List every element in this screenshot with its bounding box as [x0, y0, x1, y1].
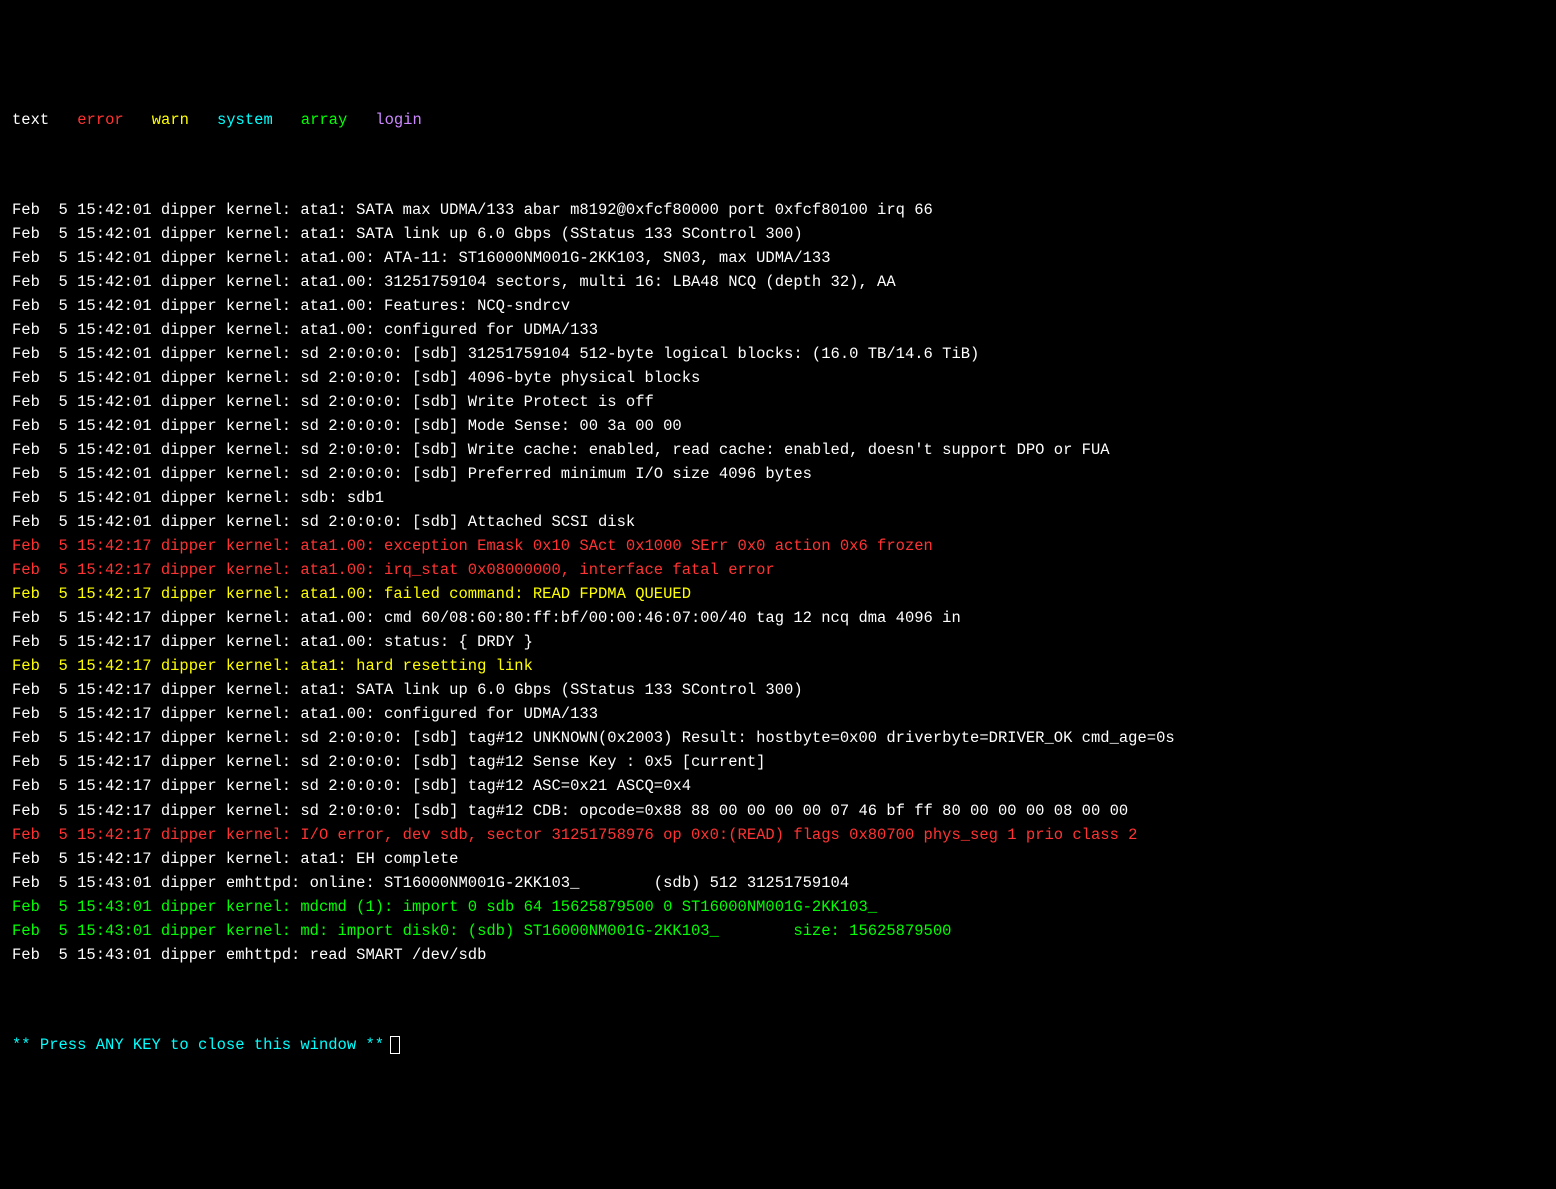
legend-system: system	[217, 111, 273, 129]
log-line: Feb 5 15:42:17 dipper kernel: sd 2:0:0:0…	[12, 774, 1544, 798]
legend-error: error	[77, 111, 124, 129]
log-line: Feb 5 15:43:01 dipper emhttpd: online: S…	[12, 871, 1544, 895]
log-line: Feb 5 15:42:01 dipper kernel: sd 2:0:0:0…	[12, 366, 1544, 390]
log-line: Feb 5 15:42:17 dipper kernel: ata1.00: f…	[12, 582, 1544, 606]
cursor-icon	[390, 1036, 400, 1054]
log-line: Feb 5 15:42:01 dipper kernel: ata1.00: 3…	[12, 270, 1544, 294]
log-line: Feb 5 15:42:17 dipper kernel: ata1.00: c…	[12, 606, 1544, 630]
log-line: Feb 5 15:42:17 dipper kernel: sd 2:0:0:0…	[12, 726, 1544, 750]
log-line: Feb 5 15:42:01 dipper kernel: ata1: SATA…	[12, 222, 1544, 246]
close-prompt-text: ** Press ANY KEY to close this window **	[12, 1036, 384, 1054]
log-line: Feb 5 15:42:01 dipper kernel: ata1.00: A…	[12, 246, 1544, 270]
log-line: Feb 5 15:42:17 dipper kernel: ata1.00: e…	[12, 534, 1544, 558]
log-line: Feb 5 15:42:17 dipper kernel: ata1: hard…	[12, 654, 1544, 678]
log-line: Feb 5 15:43:01 dipper kernel: md: import…	[12, 919, 1544, 943]
log-line: Feb 5 15:42:01 dipper kernel: ata1.00: c…	[12, 318, 1544, 342]
legend-text: text	[12, 111, 49, 129]
log-line: Feb 5 15:42:01 dipper kernel: ata1.00: F…	[12, 294, 1544, 318]
close-prompt[interactable]: ** Press ANY KEY to close this window **	[12, 1033, 1544, 1057]
log-line: Feb 5 15:42:17 dipper kernel: I/O error,…	[12, 823, 1544, 847]
legend-warn: warn	[152, 111, 189, 129]
log-line: Feb 5 15:42:17 dipper kernel: ata1.00: i…	[12, 558, 1544, 582]
log-line: Feb 5 15:42:01 dipper kernel: sd 2:0:0:0…	[12, 342, 1544, 366]
log-line: Feb 5 15:42:17 dipper kernel: ata1: SATA…	[12, 678, 1544, 702]
log-line: Feb 5 15:42:17 dipper kernel: ata1: EH c…	[12, 847, 1544, 871]
log-line: Feb 5 15:42:01 dipper kernel: sd 2:0:0:0…	[12, 510, 1544, 534]
log-legend: text error warn system array login	[12, 108, 1544, 132]
log-line: Feb 5 15:42:17 dipper kernel: sd 2:0:0:0…	[12, 750, 1544, 774]
log-line: Feb 5 15:42:01 dipper kernel: ata1: SATA…	[12, 198, 1544, 222]
log-line: Feb 5 15:43:01 dipper kernel: mdcmd (1):…	[12, 895, 1544, 919]
log-line: Feb 5 15:42:17 dipper kernel: ata1.00: s…	[12, 630, 1544, 654]
log-line: Feb 5 15:43:01 dipper emhttpd: read SMAR…	[12, 943, 1544, 967]
log-line: Feb 5 15:42:01 dipper kernel: sd 2:0:0:0…	[12, 414, 1544, 438]
log-line: Feb 5 15:42:17 dipper kernel: ata1.00: c…	[12, 702, 1544, 726]
log-line: Feb 5 15:42:01 dipper kernel: sd 2:0:0:0…	[12, 462, 1544, 486]
legend-login: login	[375, 111, 422, 129]
log-output: Feb 5 15:42:01 dipper kernel: ata1: SATA…	[12, 198, 1544, 967]
log-line: Feb 5 15:42:17 dipper kernel: sd 2:0:0:0…	[12, 799, 1544, 823]
log-line: Feb 5 15:42:01 dipper kernel: sd 2:0:0:0…	[12, 390, 1544, 414]
log-line: Feb 5 15:42:01 dipper kernel: sd 2:0:0:0…	[12, 438, 1544, 462]
legend-array: array	[301, 111, 348, 129]
log-line: Feb 5 15:42:01 dipper kernel: sdb: sdb1	[12, 486, 1544, 510]
